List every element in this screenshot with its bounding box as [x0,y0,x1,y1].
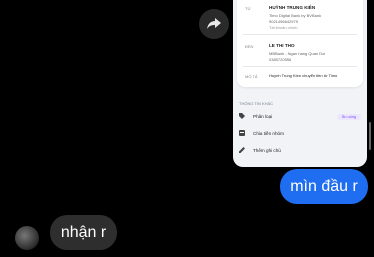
option-split-bill-label: Chia tiền nhóm [253,130,284,136]
received-message-bubble[interactable]: nhận r [50,215,117,250]
avatar[interactable] [15,226,39,250]
from-tag: Tài khoản chính [269,25,298,30]
share-arrow-icon [207,18,221,29]
divider [243,34,357,35]
category-pill[interactable]: Ăn uống [336,114,361,120]
description-value: Huynh Trung Kien chuyển tiền từ Timo [269,73,338,78]
option-category-label: Phân loại [253,113,273,119]
split-bill-icon [239,130,245,136]
scrollbar[interactable] [369,122,371,150]
option-add-note[interactable]: Thêm ghi chú [239,147,281,153]
pencil-icon [239,147,245,153]
description-label: MÔ TẢ [245,74,258,79]
from-name: HUỲNH TRUNG KIÊN [269,5,316,10]
transfer-details: TỪ HUỲNH TRUNG KIÊN Timo Digital Bank by… [237,0,363,87]
tag-icon [239,113,245,119]
to-account: 0385720556 [269,57,292,62]
forward-button[interactable] [199,9,229,39]
from-bank: Timo Digital Bank by BVBank [269,13,322,18]
section-title: THÔNG TIN KHÁC [239,101,274,106]
divider [243,66,357,67]
from-label: TỪ [245,6,251,11]
option-category[interactable]: Phân loại [239,113,272,119]
from-account: 9021496642979 [269,19,298,24]
option-add-note-label: Thêm ghi chú [253,147,281,153]
to-name: LE THI THO [269,43,295,48]
transfer-receipt-card[interactable]: TỪ HUỲNH TRUNG KIÊN Timo Digital Bank by… [233,0,367,167]
sent-message-bubble[interactable]: mìn đầu r [280,169,368,204]
to-bank: MBBank - Ngan hang Quan Doi [269,51,326,56]
option-split-bill[interactable]: Chia tiền nhóm [239,130,284,136]
to-label: ĐẾN [245,44,254,49]
